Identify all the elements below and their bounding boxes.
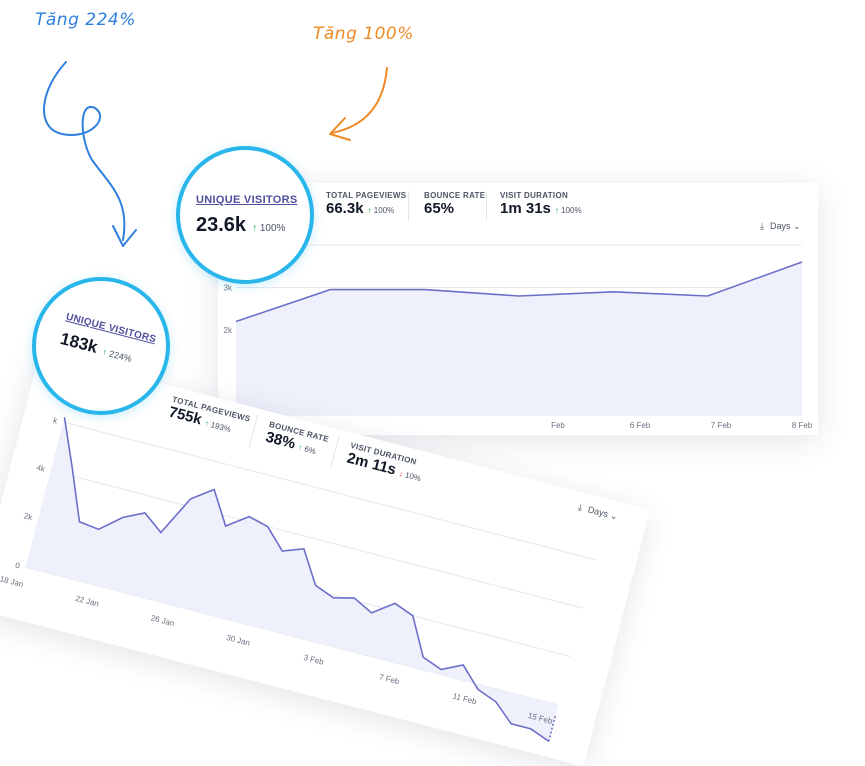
y-tick-label: 2k	[224, 326, 233, 335]
stat-value-unique-visitors: 23.6k↑ 100%	[196, 214, 285, 237]
x-tick-label: 8 Feb	[792, 421, 813, 430]
highlight-unique-visitors-front[interactable]: UNIQUE VISITORS 183k↑ 224%	[32, 277, 170, 415]
blue-arrow	[44, 62, 124, 240]
y-tick-label: 4k	[35, 463, 46, 474]
x-tick-label: 18 Jan	[0, 574, 24, 589]
x-tick-label: 3 Feb	[303, 653, 326, 667]
x-tick-label: 7 Feb	[378, 672, 401, 686]
x-tick-label: 22 Jan	[74, 594, 100, 609]
highlight-unique-visitors-back[interactable]: UNIQUE VISITORS 23.6k↑ 100%	[176, 146, 314, 284]
stat-change: ↑ 224%	[101, 347, 133, 364]
y-tick-label: 0	[14, 561, 21, 571]
x-tick-label: 6 Feb	[630, 421, 651, 430]
y-tick-label: 2k	[23, 511, 34, 522]
x-tick-label: 7 Feb	[711, 421, 732, 430]
arrow-up-icon: ↑	[252, 223, 257, 234]
series-area	[236, 262, 802, 415]
x-tick-label: Feb	[551, 421, 565, 430]
stat-change: ↑ 100%	[252, 223, 285, 234]
y-tick-label: 3k	[224, 284, 233, 293]
y-tick-label: k	[52, 416, 59, 426]
stat-label-unique-visitors: UNIQUE VISITORS	[196, 194, 297, 206]
x-tick-label: 11 Feb	[452, 691, 478, 706]
x-tick-label: 26 Jan	[150, 613, 176, 628]
x-tick-label: 30 Jan	[225, 633, 251, 648]
arrow-up-icon: ↑	[101, 347, 108, 358]
